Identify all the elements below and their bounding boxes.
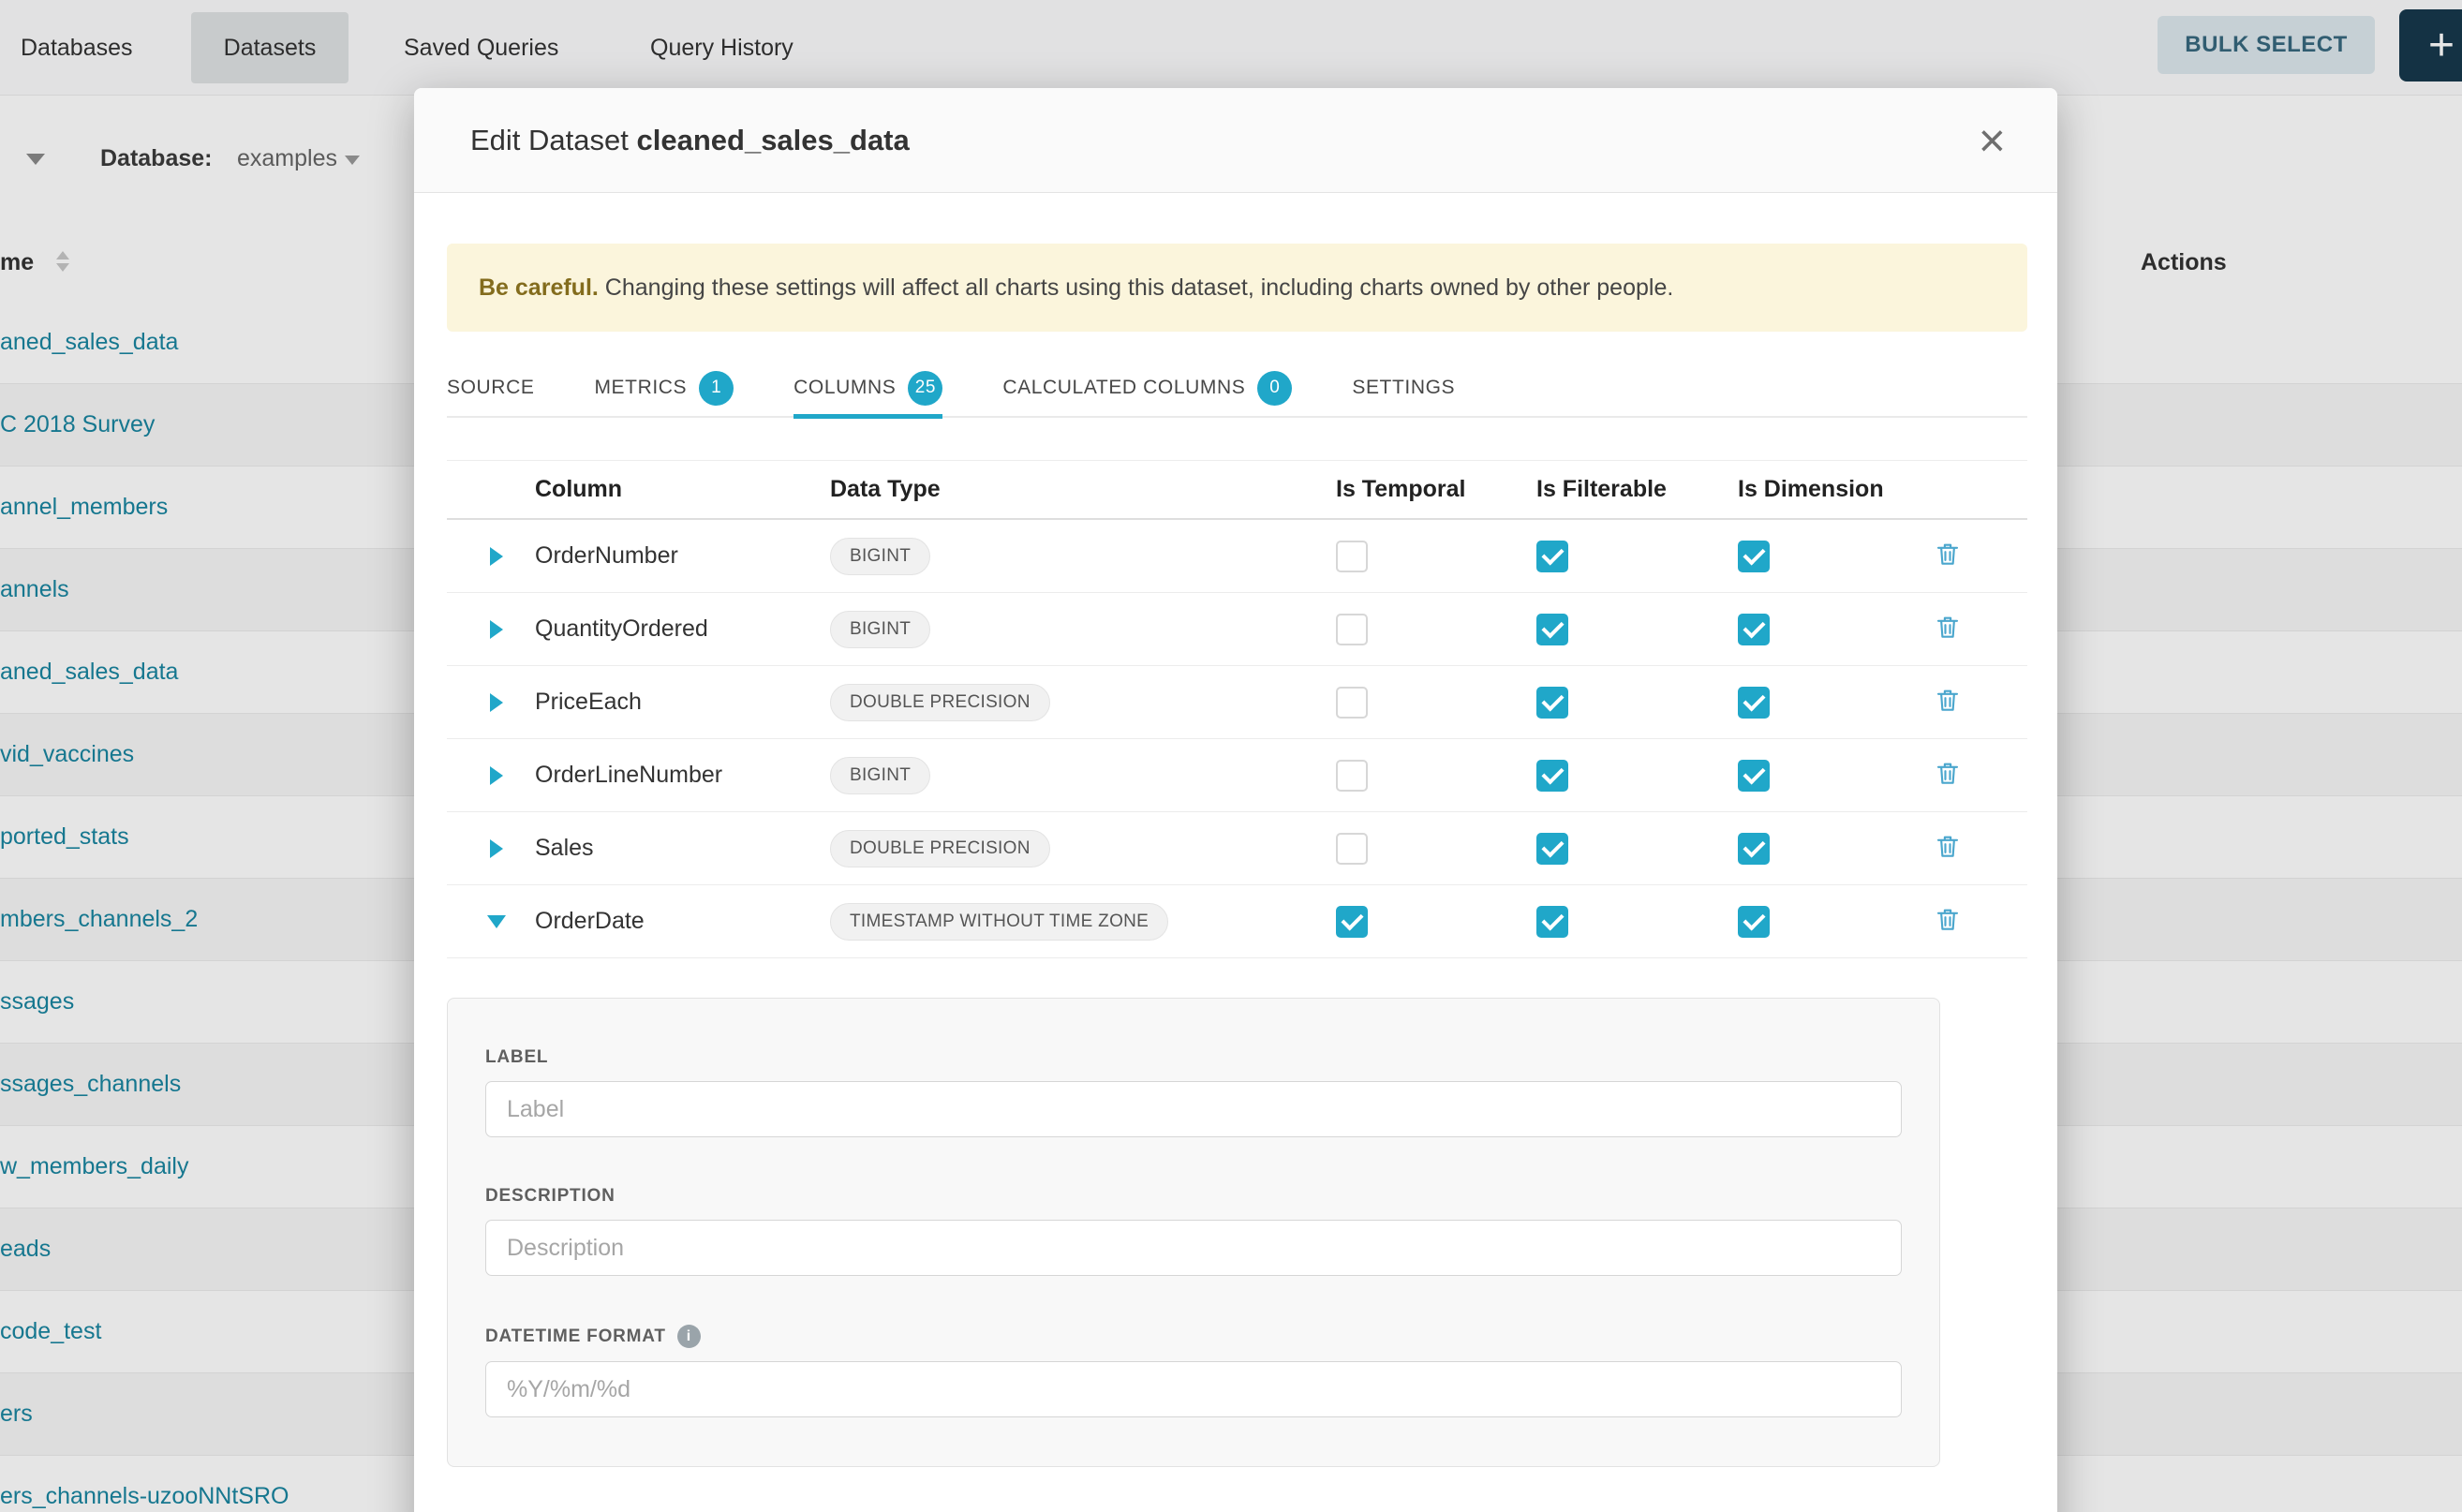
screen: DatabasesDatasetsSaved QueriesQuery Hist…	[0, 0, 2462, 1512]
column-row: OrderDate TIMESTAMP WITHOUT TIME ZONE	[447, 885, 2027, 958]
column-row: Sales DOUBLE PRECISION	[447, 812, 2027, 885]
tab-label: SOURCE	[447, 377, 534, 399]
is-temporal-checkbox[interactable]	[1336, 760, 1368, 792]
column-name: QuantityOrdered	[520, 615, 815, 643]
is-temporal-checkbox[interactable]	[1336, 833, 1368, 865]
description-field-label: DESCRIPTION	[485, 1186, 1902, 1207]
column-row: OrderLineNumber BIGINT	[447, 739, 2027, 812]
warning-rest: Changing these settings will affect all …	[605, 274, 1674, 301]
tab-label: SETTINGS	[1352, 377, 1455, 399]
expand-row-icon[interactable]	[490, 766, 503, 785]
delete-column-icon[interactable]	[1934, 686, 1962, 719]
expand-row-icon[interactable]	[490, 839, 503, 858]
tab-settings[interactable]: SETTINGS	[1352, 359, 1455, 417]
label-input[interactable]	[485, 1081, 1902, 1137]
modal-tabs: SOURCE METRICS 1 COLUMNS 25 CALCULATED COLUMN…	[447, 360, 2027, 418]
tab-count-badge: 0	[1257, 371, 1292, 406]
header-is-dimension: Is Dimension	[1723, 476, 1893, 503]
is-temporal-checkbox[interactable]	[1336, 541, 1368, 572]
collapse-row-icon[interactable]	[487, 915, 506, 928]
is-filterable-checkbox[interactable]	[1536, 541, 1568, 572]
is-filterable-checkbox[interactable]	[1536, 687, 1568, 719]
close-icon[interactable]: ×	[1979, 117, 2006, 164]
is-dimension-checkbox[interactable]	[1738, 541, 1770, 572]
tab-count-badge: 1	[699, 371, 734, 406]
column-name: Sales	[520, 835, 815, 862]
column-name: OrderLineNumber	[520, 762, 815, 789]
info-icon[interactable]: i	[677, 1325, 701, 1348]
delete-column-icon[interactable]	[1934, 540, 1962, 572]
columns-table-header: Column Data Type Is Temporal Is Filterab…	[447, 460, 2027, 520]
tab-calculated-columns[interactable]: CALCULATED COLUMNS 0	[1002, 359, 1292, 417]
is-dimension-checkbox[interactable]	[1738, 906, 1770, 938]
is-filterable-checkbox[interactable]	[1536, 833, 1568, 865]
modal-title-prefix: Edit Dataset	[470, 124, 629, 156]
warning-text: Be careful. Changing these settings will…	[479, 274, 1673, 302]
data-type-pill: TIMESTAMP WITHOUT TIME ZONE	[830, 903, 1168, 941]
data-type-pill: DOUBLE PRECISION	[830, 684, 1050, 721]
description-input[interactable]	[485, 1220, 1902, 1276]
delete-column-icon[interactable]	[1934, 613, 1962, 645]
tab-count-badge: 25	[908, 371, 942, 406]
modal-title-dataset-name: cleaned_sales_data	[637, 124, 910, 156]
is-dimension-checkbox[interactable]	[1738, 687, 1770, 719]
tab-label: COLUMNS	[793, 377, 896, 399]
column-row: OrderNumber BIGINT	[447, 520, 2027, 593]
modal-body: Be careful. Changing these settings will…	[414, 244, 2057, 1467]
datetime-format-input[interactable]	[485, 1361, 1902, 1417]
data-type-pill: BIGINT	[830, 538, 930, 575]
data-type-pill: BIGINT	[830, 757, 930, 794]
delete-column-icon[interactable]	[1934, 759, 1962, 792]
columns-table-body: OrderNumber BIGINT QuantityOrdered BIGINT Pr…	[447, 520, 2027, 958]
datetime-format-field-group: DATETIME FORMAT i	[485, 1325, 1902, 1417]
modal-title: Edit Dataset cleaned_sales_data	[470, 124, 910, 157]
tab-label: METRICS	[594, 377, 687, 399]
column-name: OrderNumber	[520, 542, 815, 570]
header-is-filterable: Is Filterable	[1521, 476, 1723, 503]
column-row: QuantityOrdered BIGINT	[447, 593, 2027, 666]
expand-row-icon[interactable]	[490, 547, 503, 566]
is-temporal-checkbox[interactable]	[1336, 614, 1368, 645]
is-filterable-checkbox[interactable]	[1536, 614, 1568, 645]
modal-header: Edit Dataset cleaned_sales_data ×	[414, 88, 2057, 193]
delete-column-icon[interactable]	[1934, 832, 1962, 865]
expand-row-icon[interactable]	[490, 693, 503, 712]
column-name: OrderDate	[520, 908, 815, 935]
is-dimension-checkbox[interactable]	[1738, 833, 1770, 865]
is-filterable-checkbox[interactable]	[1536, 760, 1568, 792]
description-field-group: DESCRIPTION	[485, 1186, 1902, 1276]
tab-metrics[interactable]: METRICS 1	[594, 359, 734, 417]
header-data-type: Data Type	[815, 476, 1321, 503]
is-dimension-checkbox[interactable]	[1738, 614, 1770, 645]
column-name: PriceEach	[520, 689, 815, 716]
column-detail-panel: LABEL DESCRIPTION DATETIME FORMAT i	[447, 998, 1940, 1467]
tab-columns[interactable]: COLUMNS 25	[793, 359, 942, 417]
header-column: Column	[520, 476, 815, 503]
label-field-group: LABEL	[485, 1047, 1902, 1137]
label-field-label: LABEL	[485, 1047, 1902, 1068]
edit-dataset-modal: Edit Dataset cleaned_sales_data × Be car…	[414, 88, 2057, 1512]
data-type-pill: BIGINT	[830, 611, 930, 648]
warning-bold: Be careful.	[479, 274, 599, 301]
is-dimension-checkbox[interactable]	[1738, 760, 1770, 792]
tab-label: CALCULATED COLUMNS	[1002, 377, 1245, 399]
delete-column-icon[interactable]	[1934, 905, 1962, 938]
datetime-format-field-label: DATETIME FORMAT i	[485, 1325, 1902, 1348]
data-type-pill: DOUBLE PRECISION	[830, 830, 1050, 867]
expand-row-icon[interactable]	[490, 620, 503, 639]
warning-banner: Be careful. Changing these settings will…	[447, 244, 2027, 332]
is-temporal-checkbox[interactable]	[1336, 906, 1368, 938]
header-is-temporal: Is Temporal	[1321, 476, 1521, 503]
is-temporal-checkbox[interactable]	[1336, 687, 1368, 719]
is-filterable-checkbox[interactable]	[1536, 906, 1568, 938]
column-row: PriceEach DOUBLE PRECISION	[447, 666, 2027, 739]
tab-source[interactable]: SOURCE	[447, 359, 534, 417]
